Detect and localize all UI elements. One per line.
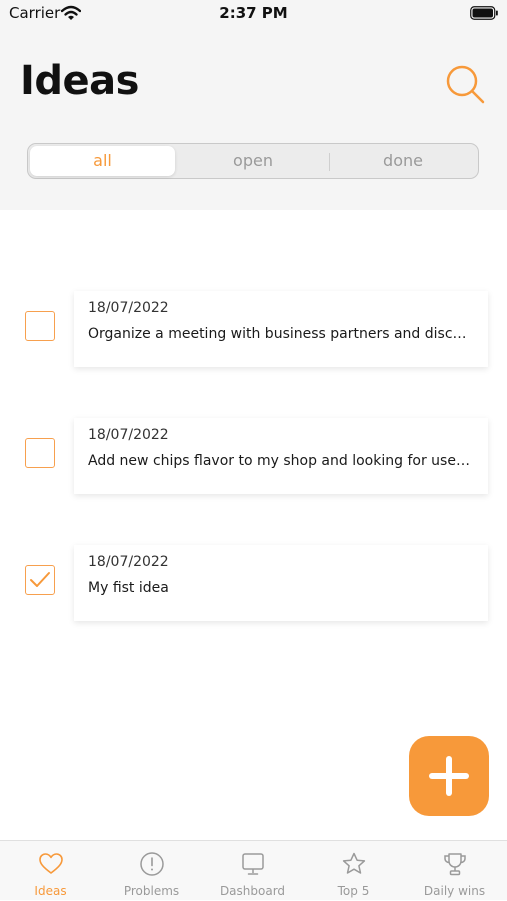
idea-card[interactable]: 18/07/2022 Add new chips flavor to my sh… [74, 418, 488, 494]
idea-text: Organize a meeting with business partner… [88, 326, 474, 342]
page-title: Ideas [20, 58, 139, 104]
tab-label: Top 5 [337, 884, 370, 898]
idea-card[interactable]: 18/07/2022 My fist idea [74, 545, 488, 621]
idea-checkbox-checked[interactable] [25, 565, 55, 595]
checkmark-icon [30, 572, 50, 587]
add-idea-button[interactable] [409, 736, 489, 816]
search-icon [446, 65, 485, 104]
tab-label: Ideas [34, 884, 67, 898]
monitor-icon [242, 853, 264, 875]
idea-date: 18/07/2022 [88, 554, 169, 570]
idea-checkbox[interactable] [25, 311, 55, 341]
idea-card[interactable]: 18/07/2022 Organize a meeting with busin… [74, 291, 488, 367]
idea-date: 18/07/2022 [88, 300, 169, 316]
idea-checkbox[interactable] [25, 438, 55, 468]
tab-label: Daily wins [423, 884, 486, 898]
tab-ideas[interactable]: Ideas [0, 841, 101, 901]
plus-icon [429, 756, 469, 796]
tab-dashboard[interactable]: Dashboard [202, 841, 303, 901]
segment-done[interactable]: done [330, 146, 476, 176]
star-icon [342, 852, 366, 874]
search-button[interactable] [442, 63, 486, 107]
tab-label: Problems [123, 884, 180, 898]
alert-circle-icon [140, 852, 164, 876]
tab-problems[interactable]: Problems [101, 841, 202, 901]
idea-date: 18/07/2022 [88, 427, 169, 443]
segment-open[interactable]: open [178, 146, 328, 176]
idea-text: My fist idea [88, 580, 169, 596]
trophy-icon [444, 853, 466, 876]
filter-segmented-control: all open done [27, 143, 479, 179]
tab-label: Dashboard [219, 884, 286, 898]
tab-daily-wins[interactable]: Daily wins [404, 841, 505, 901]
status-time: 2:37 PM [219, 4, 288, 22]
tab-bar: Ideas Problems Dashboard Top 5 Daily win… [0, 840, 507, 900]
status-bar: Carrier 2:37 PM [0, 0, 507, 28]
tab-top5[interactable]: Top 5 [303, 841, 404, 901]
battery-icon [470, 6, 498, 20]
segment-all[interactable]: all [30, 146, 175, 176]
idea-text: Add new chips flavor to my shop and look… [88, 453, 474, 469]
heart-icon [39, 853, 63, 874]
